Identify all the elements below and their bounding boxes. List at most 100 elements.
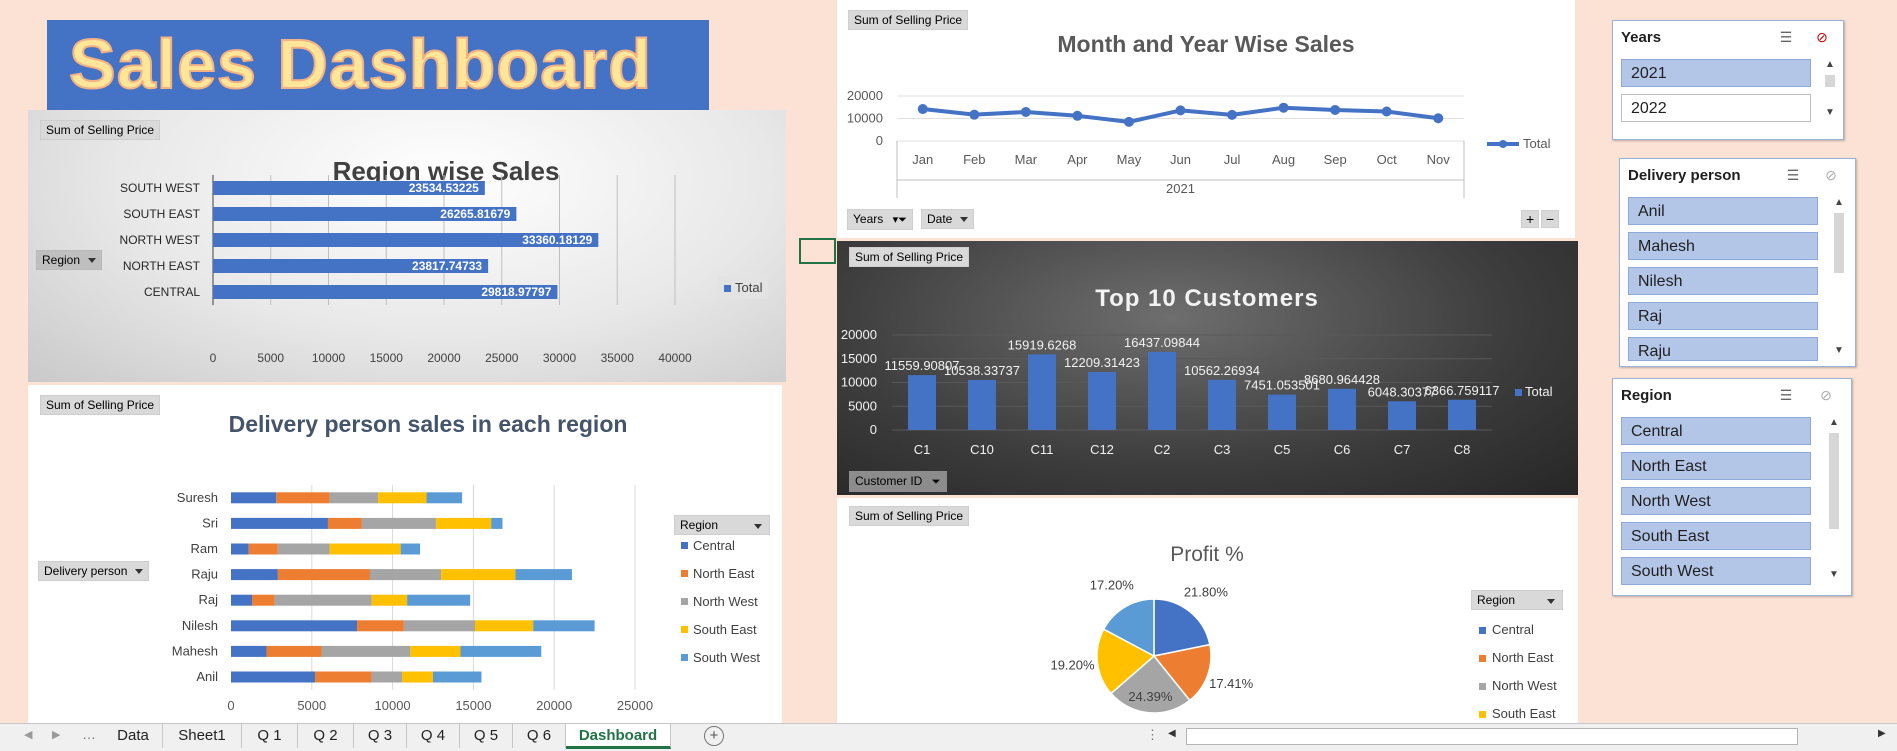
scroll-up-icon[interactable]: ▲ [1823, 59, 1837, 70]
tick-label: 0 [227, 698, 234, 713]
category-label: Mar [1015, 152, 1038, 167]
scroll-down-icon[interactable]: ▼ [1832, 345, 1846, 356]
tick-label: 15000 [455, 698, 491, 713]
slicer-item[interactable]: Raj [1628, 302, 1818, 330]
date-filter-button[interactable]: Date [921, 209, 975, 229]
slicer-item[interactable]: North East [1621, 452, 1811, 480]
delivery-person-chart[interactable]: Sum of Selling Price Delivery person sal… [28, 385, 782, 723]
category-label: NORTH WEST [120, 233, 201, 247]
slicer-item[interactable]: South West [1621, 557, 1811, 585]
month-year-sales-chart[interactable]: Sum of Selling Price Month and Year Wise… [837, 0, 1575, 238]
chevron-down-icon [960, 217, 969, 223]
scroll-down-icon[interactable]: ▼ [1823, 107, 1837, 118]
slicer-item[interactable]: Central [1621, 417, 1811, 445]
legend-swatch [681, 626, 688, 633]
tab-q5[interactable]: Q 5 [460, 724, 513, 748]
expand-field-button[interactable]: + [1521, 210, 1540, 228]
profit-chart-plot: 21.80% 17.41% 24.39% 19.20% 17.20% [1050, 578, 1254, 714]
tick-label: 0 [210, 351, 217, 365]
region-slicer[interactable]: Region ☰ ⊘ Central North East North West… [1612, 378, 1852, 596]
customer-id-filter-button[interactable]: Customer ID ⏷ [849, 471, 947, 492]
profit-percent-chart[interactable]: Sum of Selling Price Profit % 21.80% 17.4… [837, 498, 1578, 723]
filter-icon: ▾⏷ [892, 214, 907, 226]
selected-cell[interactable] [799, 238, 836, 264]
slicer-scrollbar[interactable]: ▲ ▼ [1832, 197, 1846, 361]
slicer-item[interactable]: Mahesh [1628, 232, 1818, 260]
category-label: Sri [202, 515, 218, 530]
bar-segment [515, 569, 572, 581]
data-label: 29818.97797 [481, 285, 551, 299]
multi-select-icon[interactable]: ☰ [1784, 167, 1802, 183]
slicer-scrollbar[interactable]: ▲ ▼ [1827, 417, 1841, 585]
bar-segment [231, 594, 253, 606]
data-label: 23817.74733 [412, 259, 482, 273]
tab-q3[interactable]: Q 3 [354, 724, 407, 748]
scroll-thumb[interactable] [1825, 75, 1835, 87]
scroll-right-icon[interactable]: ▶ [1878, 728, 1886, 739]
tab-q6[interactable]: Q 6 [513, 724, 566, 748]
scroll-down-icon[interactable]: ▼ [1827, 569, 1841, 580]
category-label: Feb [963, 152, 985, 167]
collapse-field-button[interactable]: − [1541, 210, 1560, 228]
delivery-person-slicer[interactable]: Delivery person ☰ ⊘ Anil Mahesh Nilesh R… [1619, 158, 1856, 367]
clear-filter-icon[interactable]: ⊘ [1822, 167, 1840, 183]
slicer-item[interactable]: North West [1621, 487, 1811, 515]
category-label: Anil [196, 669, 218, 684]
slicer-item[interactable]: Raju [1628, 337, 1818, 361]
bar-segment [369, 569, 442, 581]
bar-segment [231, 492, 277, 504]
scroll-thumb[interactable] [1829, 433, 1839, 529]
region-legend-button[interactable]: Region [1471, 590, 1563, 610]
legend-item: North West [1479, 678, 1557, 706]
tab-dashboard[interactable]: Dashboard [566, 724, 671, 749]
chevron-down-icon [1547, 599, 1555, 604]
category-label: C11 [1031, 442, 1054, 457]
category-label: C6 [1334, 442, 1351, 457]
horizontal-scrollbar[interactable] [1186, 728, 1798, 745]
tab-sheet1[interactable]: Sheet1 [163, 724, 242, 748]
tick-label: 10000 [841, 375, 877, 390]
tab-q1[interactable]: Q 1 [242, 724, 298, 748]
slicer-item[interactable]: Nilesh [1628, 267, 1818, 295]
slicer-item[interactable]: South East [1621, 522, 1811, 550]
tab-data[interactable]: Data [104, 724, 163, 748]
region-sales-chart[interactable]: Sum of Selling Price Region wise Sales R… [28, 110, 786, 382]
scroll-up-icon[interactable]: ▲ [1827, 417, 1841, 428]
bar [908, 375, 936, 430]
bar-segment [276, 492, 330, 504]
multi-select-icon[interactable]: ☰ [1777, 387, 1795, 403]
bar-segment [231, 671, 316, 683]
category-label: Mahesh [172, 643, 218, 658]
tick-label: 35000 [601, 351, 635, 365]
slicer-scrollbar[interactable]: ▲ ▼ [1823, 59, 1837, 123]
tab-q2[interactable]: Q 2 [298, 724, 354, 748]
add-sheet-icon[interactable]: + [704, 726, 724, 746]
category-label: C12 [1090, 442, 1114, 457]
data-point [1381, 106, 1392, 117]
category-label: SOUTH EAST [123, 207, 200, 221]
scroll-tabs-left-icon[interactable]: ◀ [24, 728, 32, 741]
clear-filter-icon[interactable]: ⊘ [1813, 29, 1831, 45]
category-label: Jan [912, 152, 933, 167]
tab-q4[interactable]: Q 4 [407, 724, 460, 748]
clear-filter-icon[interactable]: ⊘ [1817, 387, 1835, 403]
bar-segment [321, 645, 411, 657]
top-customers-chart[interactable]: Sum of Selling Price Top 10 Customers 05… [837, 241, 1578, 495]
data-label: 10538.33737 [944, 363, 1020, 378]
multi-select-icon[interactable]: ☰ [1777, 29, 1795, 45]
slicer-item[interactable]: 2022 [1621, 94, 1811, 122]
scroll-tabs-right-icon[interactable]: ▶ [52, 728, 60, 741]
category-label: Jun [1170, 152, 1191, 167]
bar-segment [426, 492, 463, 504]
scroll-up-icon[interactable]: ▲ [1832, 197, 1846, 208]
scroll-left-icon[interactable]: ◀ [1168, 728, 1176, 739]
data-point [1330, 104, 1341, 115]
scroll-thumb[interactable] [1834, 213, 1844, 273]
bar-segment [248, 543, 278, 555]
slicer-item[interactable]: 2021 [1621, 59, 1811, 87]
years-slicer[interactable]: Years ☰ ⊘ 2021 2022 ▲ ▼ [1612, 20, 1844, 140]
years-filter-button[interactable]: Years ▾⏷ [847, 209, 913, 230]
bar-segment [252, 594, 275, 606]
split-handle-icon[interactable]: ⋮ [1146, 727, 1159, 743]
slicer-item[interactable]: Anil [1628, 197, 1818, 225]
